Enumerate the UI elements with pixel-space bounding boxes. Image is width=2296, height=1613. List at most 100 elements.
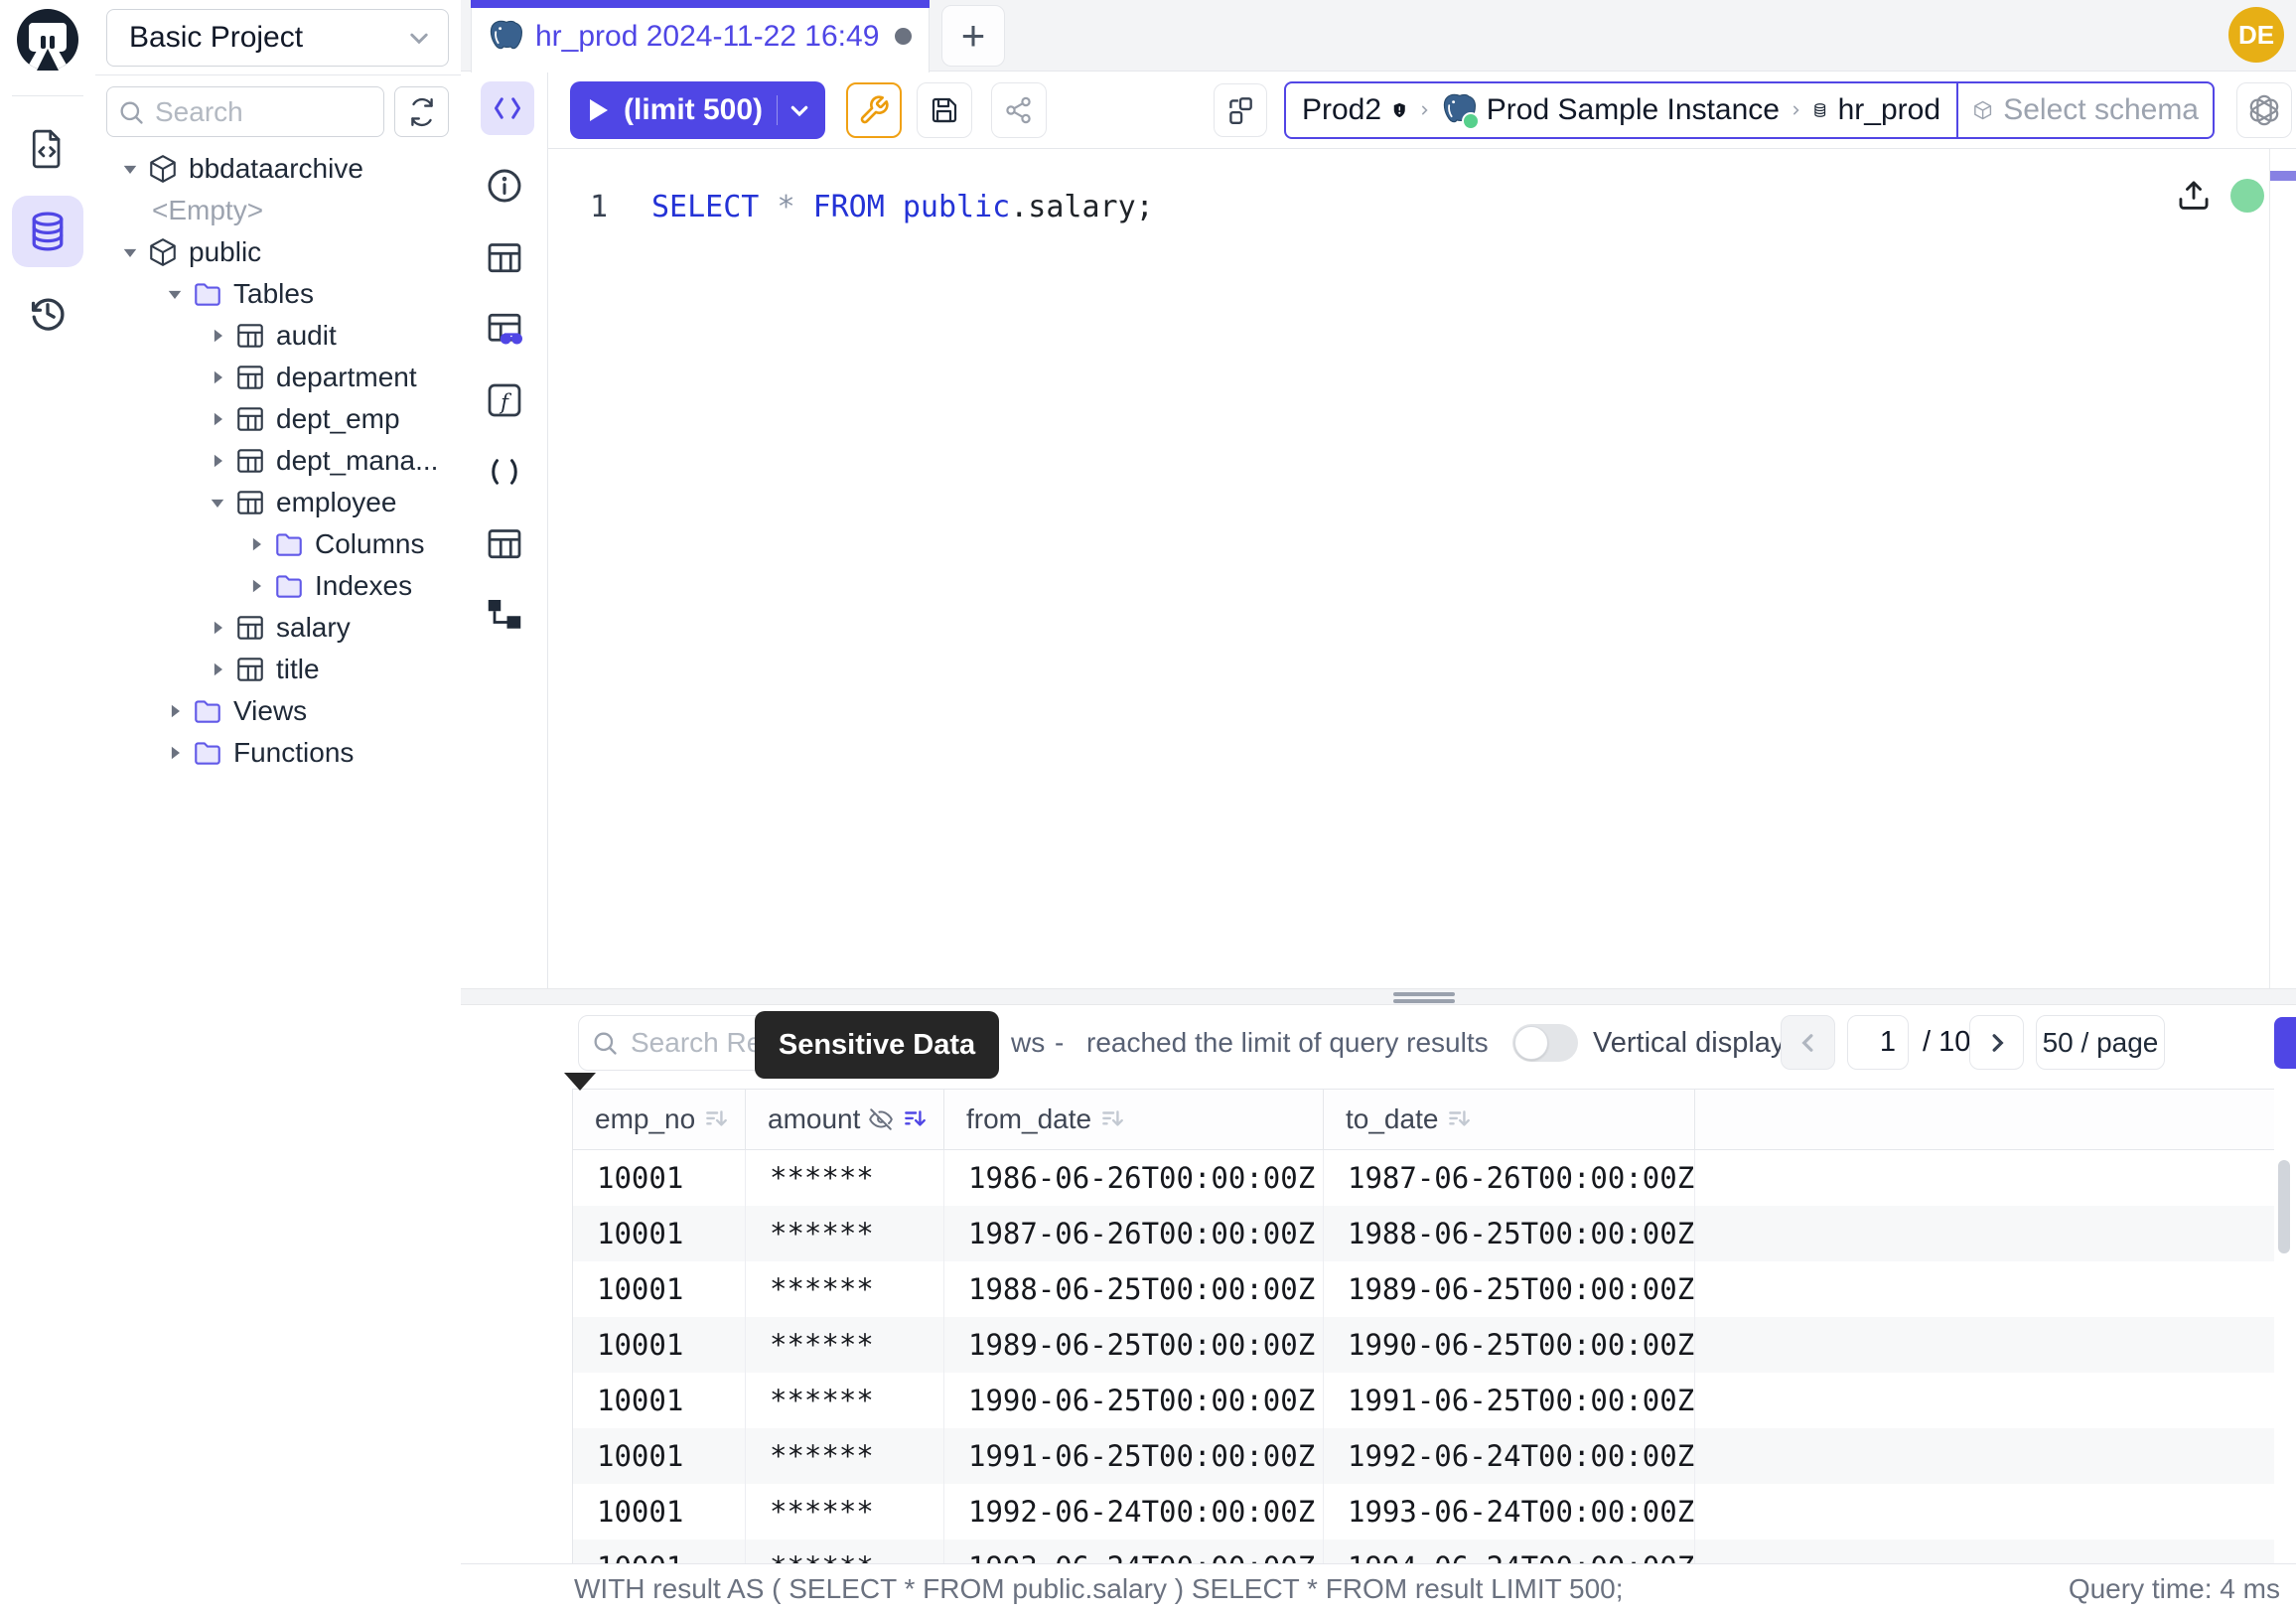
tree-item-salary[interactable]: salary [95, 607, 461, 649]
column-header-emp_no[interactable]: emp_no [573, 1090, 746, 1149]
table-cell: 1986-06-26T00:00:00Z [944, 1150, 1324, 1206]
tab-hr-prod[interactable]: hr_prod 2024-11-22 16:49 [471, 0, 930, 73]
tree-item--empty-[interactable]: <Empty> [95, 190, 461, 231]
tree-item-bbdataarchive[interactable]: bbdataarchive [95, 148, 461, 190]
connection-selector[interactable]: Prod2 Prod Sample Instance hr_ [1284, 81, 1958, 139]
vertical-display-toggle[interactable] [1512, 1024, 1578, 1062]
table-row[interactable]: 10001******1989-06-25T00:00:00Z1990-06-2… [573, 1317, 2274, 1373]
unsaved-dot-icon [895, 28, 912, 45]
table-row[interactable]: 10001******1992-06-24T00:00:00Z1993-06-2… [573, 1484, 2274, 1540]
table-cell: 10001 [573, 1484, 746, 1540]
worksheet-icon[interactable] [26, 127, 70, 171]
code-text: SELECT * FROM public.salary; [651, 190, 1154, 224]
parentheses-icon[interactable] [485, 452, 524, 492]
tables-icon[interactable] [485, 237, 524, 277]
info-icon[interactable] [485, 166, 524, 206]
tree-item-views[interactable]: Views [95, 690, 461, 732]
table-cell: 1993-06-24T00:00:00Z [1324, 1484, 1695, 1540]
masked-data-icon[interactable] [485, 309, 524, 349]
batch-query-button[interactable] [1214, 83, 1267, 137]
caret-right-icon [205, 409, 230, 429]
column-header-amount[interactable]: amount [746, 1090, 944, 1149]
table-cell: 1991-06-25T00:00:00Z [1324, 1373, 1695, 1428]
avatar[interactable]: DE [2228, 7, 2284, 63]
table-cell: 1990-06-25T00:00:00Z [1324, 1317, 1695, 1373]
table-scrollbar-thumb[interactable] [2278, 1160, 2290, 1253]
table-icon [234, 362, 266, 393]
caret-down-icon [205, 493, 230, 513]
sidebar-search[interactable] [106, 86, 384, 137]
refresh-button[interactable] [394, 86, 449, 137]
sort-icon [1446, 1106, 1472, 1132]
caret-down-icon [162, 284, 188, 304]
page-size-select[interactable]: 50 / page [2036, 1015, 2165, 1070]
tree-item-columns[interactable]: Columns [95, 523, 461, 565]
table-cell: 1992-06-24T00:00:00Z [1324, 1428, 1695, 1484]
status-bar: WITH result AS ( SELECT * FROM public.sa… [461, 1563, 2296, 1613]
tree-item-department[interactable]: department [95, 357, 461, 398]
column-header-from_date[interactable]: from_date [944, 1090, 1324, 1149]
caret-right-icon [205, 660, 230, 679]
tree-item-dept-mana-[interactable]: dept_mana... [95, 440, 461, 482]
export-button-partial[interactable] [2274, 1017, 2296, 1069]
run-label: (limit 500) [624, 93, 763, 127]
table-cell: 10001 [573, 1261, 746, 1317]
tree-item-indexes[interactable]: Indexes [95, 565, 461, 607]
tree-item-tables[interactable]: Tables [95, 273, 461, 315]
new-tab-button[interactable]: + [941, 5, 1005, 67]
rows-fragment: ws [1011, 1015, 1045, 1071]
sql-editor[interactable]: 1 SELECT * FROM public.salary; [548, 149, 2296, 988]
tree-item-functions[interactable]: Functions [95, 732, 461, 774]
table-cell-filler [1695, 1150, 2274, 1206]
column-header-to_date[interactable]: to_date [1324, 1090, 1695, 1149]
breadcrumb-chevron-icon [1790, 98, 1802, 122]
tree-item-dept-emp[interactable]: dept_emp [95, 398, 461, 440]
table-row[interactable]: 10001******1991-06-25T00:00:00Z1992-06-2… [573, 1428, 2274, 1484]
table-row[interactable]: 10001******1993-06-24T00:00:00Z1994-06-2… [573, 1540, 2274, 1563]
limit-note: reached the limit of query results [1086, 1015, 1489, 1071]
table-row[interactable]: 10001******1990-06-25T00:00:00Z1991-06-2… [573, 1373, 2274, 1428]
sidebar-search-input[interactable] [153, 95, 356, 129]
table-row[interactable]: 10001******1988-06-25T00:00:00Z1989-06-2… [573, 1261, 2274, 1317]
save-button[interactable] [917, 82, 972, 138]
shield-icon [1391, 95, 1408, 125]
tree-item-audit[interactable]: audit [95, 315, 461, 357]
sort-icon [703, 1106, 729, 1132]
column-label: to_date [1346, 1103, 1438, 1135]
bytebase-logo[interactable] [16, 8, 79, 72]
functions-icon[interactable]: f [485, 380, 524, 420]
run-query-button[interactable]: (limit 500) [570, 81, 825, 139]
query-time: Query time: 4 ms [2069, 1573, 2280, 1605]
editor-toolbar: (limit 500) Prod2 [548, 72, 2296, 149]
upload-icon[interactable] [2175, 177, 2213, 215]
project-selector[interactable]: Basic Project [106, 9, 449, 67]
table-cell: 1987-06-26T00:00:00Z [1324, 1150, 1695, 1206]
page-number-input[interactable] [1847, 1015, 1909, 1070]
views-icon[interactable] [485, 523, 524, 563]
rail-divider [12, 95, 83, 96]
prev-page-button[interactable] [1781, 1015, 1835, 1070]
panel-splitter[interactable] [461, 988, 2296, 1005]
connection-status-dot [2230, 179, 2264, 213]
schema-selector[interactable]: Select schema [1956, 81, 2215, 139]
save-icon [929, 94, 960, 126]
share-button[interactable] [991, 82, 1047, 138]
code-line: 1 SELECT * FROM public.salary; [548, 185, 1154, 228]
format-sql-button[interactable] [846, 82, 902, 138]
database-icon[interactable] [26, 210, 70, 253]
table-row[interactable]: 10001******1987-06-26T00:00:00Z1988-06-2… [573, 1206, 2274, 1261]
ai-assistant-button[interactable] [2236, 82, 2292, 138]
table-cell: 10001 [573, 1206, 746, 1261]
next-page-button[interactable] [1969, 1015, 2024, 1070]
schema-diagram-icon[interactable] [485, 595, 524, 635]
tree-item-employee[interactable]: employee [95, 482, 461, 523]
sort-icon [902, 1106, 928, 1132]
history-icon[interactable] [26, 291, 70, 335]
tree-item-public[interactable]: public [95, 231, 461, 273]
table-cell: 1988-06-25T00:00:00Z [944, 1261, 1324, 1317]
table-icon [234, 487, 266, 518]
table-row[interactable]: 10001******1986-06-26T00:00:00Z1987-06-2… [573, 1150, 2274, 1206]
sql-editor-mode-button[interactable] [481, 81, 534, 135]
chevron-left-icon [1795, 1030, 1821, 1056]
tree-item-title[interactable]: title [95, 649, 461, 690]
